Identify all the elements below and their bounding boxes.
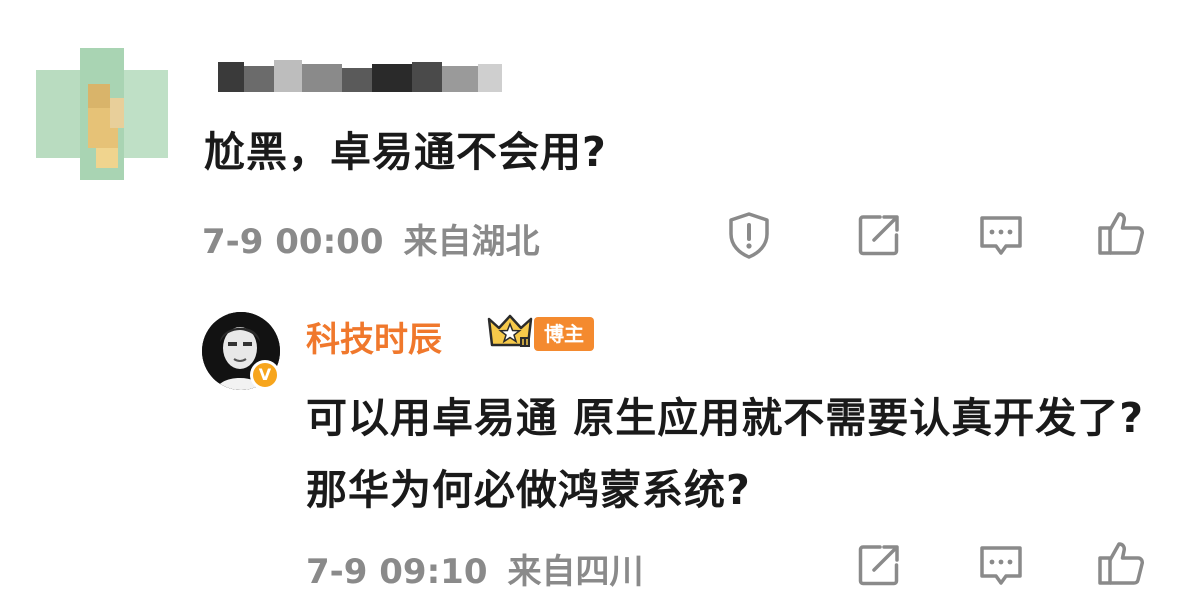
reply-time: 7-9 09:10 <box>306 552 488 592</box>
reply-comment-button[interactable] <box>974 538 1028 592</box>
shield-alert-icon <box>729 212 769 259</box>
comment-icon <box>980 546 1022 585</box>
report-button[interactable] <box>722 208 776 262</box>
reply-author-name[interactable]: 科技时辰 <box>306 312 442 361</box>
comment-text: 尬黑，卓易通不会用? <box>204 128 607 176</box>
blogger-badge: 博主 <box>534 317 594 351</box>
verified-v-icon: V <box>250 360 280 390</box>
like-button[interactable] <box>1094 206 1148 260</box>
reply-text: 可以用卓易通 原生应用就不需要认真开发了? 那华为何必做鸿蒙系统? <box>306 394 1145 514</box>
thumbs-up-icon <box>1098 542 1144 585</box>
share-button[interactable] <box>852 208 906 262</box>
share-icon <box>858 215 899 256</box>
reply-like-button[interactable] <box>1094 536 1148 590</box>
comment-location: 来自湖北 <box>403 222 540 262</box>
reply-location: 来自四川 <box>507 552 644 592</box>
commenter-avatar[interactable] <box>36 48 168 180</box>
crown-level-icon <box>486 313 534 351</box>
share-icon <box>858 545 899 586</box>
comment-time: 7-9 00:00 <box>202 222 384 262</box>
comment-button[interactable] <box>974 208 1028 262</box>
comment-meta: 7-9 00:00 来自湖北 <box>202 214 540 263</box>
commenter-name-redacted[interactable] <box>218 52 508 96</box>
comment-icon <box>980 216 1022 255</box>
reply-share-button[interactable] <box>852 538 906 592</box>
thumbs-up-icon <box>1098 212 1144 255</box>
reply-meta: 7-9 09:10 来自四川 <box>306 544 644 593</box>
